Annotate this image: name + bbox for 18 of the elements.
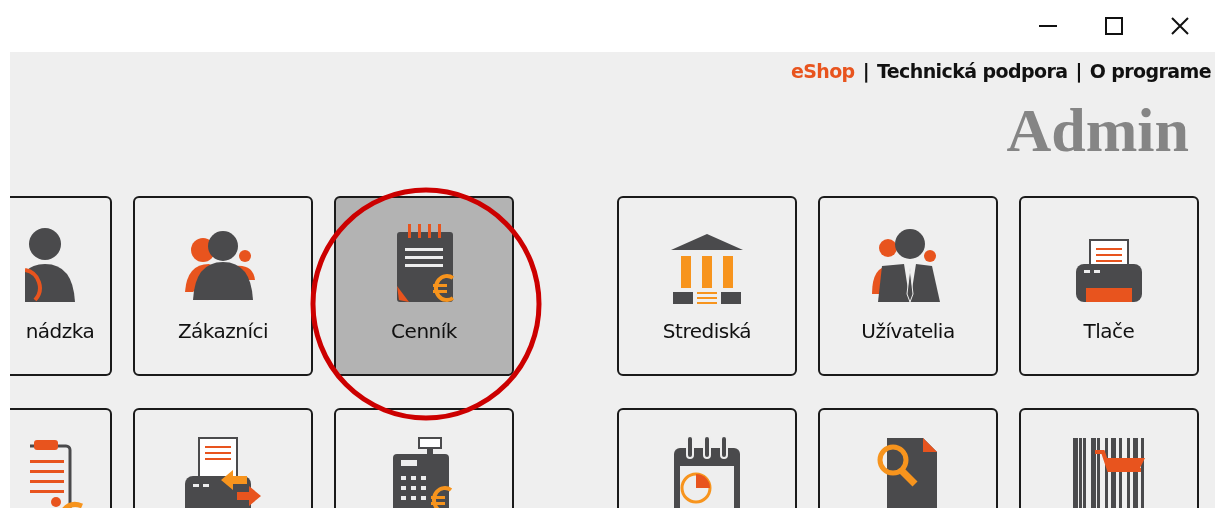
header-link[interactable]: Technická podpora xyxy=(877,57,1068,86)
module-tile[interactable]: Užívatelia xyxy=(818,195,998,376)
module-tile[interactable]: Zákazníci xyxy=(133,195,313,376)
fax-icon xyxy=(185,435,261,508)
printer-icon xyxy=(1074,237,1144,304)
module-tile[interactable]: Tlače xyxy=(1019,195,1199,376)
link-separator: | xyxy=(1075,59,1082,85)
module-tile[interactable]: Cenník xyxy=(334,195,514,376)
building-icon xyxy=(669,231,745,304)
header-link[interactable]: O programe xyxy=(1089,57,1211,86)
module-tile[interactable]: nádzka xyxy=(10,195,112,376)
page-heading: Admin xyxy=(1006,97,1189,162)
calendar-icon xyxy=(672,435,742,508)
maximize-icon[interactable] xyxy=(1105,17,1123,35)
link-separator: | xyxy=(862,59,869,85)
barcode-cart-icon xyxy=(1071,435,1147,508)
close-icon[interactable] xyxy=(1171,17,1189,35)
module-tile[interactable]: Strediská xyxy=(617,195,797,376)
